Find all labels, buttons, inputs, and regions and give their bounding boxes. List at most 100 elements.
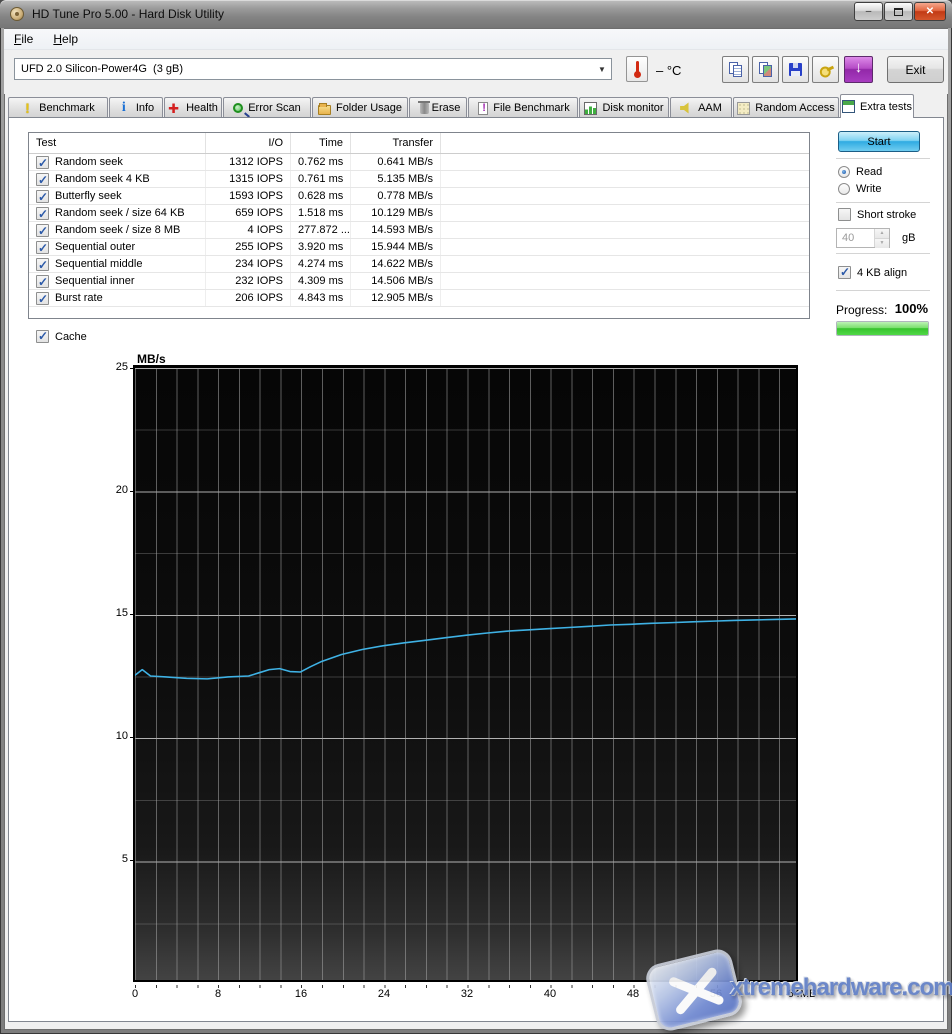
close-button[interactable]: ✕	[914, 2, 946, 21]
temperature-button[interactable]	[626, 56, 648, 82]
row-checkbox[interactable]	[36, 292, 49, 305]
random-access-icon	[737, 102, 750, 115]
time-value: 0.762 ms	[291, 154, 351, 170]
copy-text-button[interactable]	[722, 56, 749, 83]
test-name: Sequential inner	[55, 273, 135, 289]
column-header-time[interactable]: Time	[291, 133, 351, 153]
table-row[interactable]: Sequential outer 255 IOPS 3.920 ms 15.94…	[29, 239, 809, 256]
io-value: 1312 IOPS	[206, 154, 291, 170]
tab-info[interactable]: Info	[109, 97, 163, 118]
progress-bar-fill	[837, 322, 928, 335]
tab-label: Disk monitor	[602, 102, 663, 114]
tab-extra-tests[interactable]: Extra tests	[840, 94, 914, 118]
transfer-value: 14.593 MB/s	[351, 222, 441, 238]
drive-selector[interactable]: UFD 2.0 Silicon-Power4G (3 gB) ▼	[14, 58, 612, 80]
tab-error-scan[interactable]: Error Scan	[223, 97, 311, 118]
column-header-io[interactable]: I/O	[206, 133, 291, 153]
short-stroke-checkbox[interactable]	[838, 208, 851, 221]
transfer-rate-line	[135, 619, 796, 679]
table-row[interactable]: Sequential inner 232 IOPS 4.309 ms 14.50…	[29, 273, 809, 290]
tab-folder-usage[interactable]: Folder Usage	[312, 97, 408, 118]
start-button[interactable]: Start	[838, 131, 920, 152]
size-value: 40	[842, 232, 854, 244]
copy-image-button[interactable]	[752, 56, 779, 83]
io-value: 1315 IOPS	[206, 171, 291, 187]
size-stepper[interactable]: 40 ▲▼	[836, 228, 890, 248]
save-button[interactable]	[782, 56, 809, 83]
cache-label: Cache	[55, 331, 87, 343]
test-name: Random seek / size 8 MB	[55, 222, 180, 238]
tab-disk-monitor[interactable]: Disk monitor	[579, 97, 669, 118]
cache-checkbox[interactable]	[36, 330, 49, 343]
tab-aam[interactable]: AAM	[670, 97, 732, 118]
align-checkbox[interactable]	[838, 266, 851, 279]
time-value: 277.872 ...	[291, 222, 351, 238]
tab-label: Folder Usage	[336, 102, 402, 114]
watermark-text: xtremehardware.com	[730, 974, 952, 1002]
read-option[interactable]: Read	[838, 166, 882, 178]
row-checkbox[interactable]	[36, 258, 49, 271]
time-value: 4.274 ms	[291, 256, 351, 272]
menu-file[interactable]: File	[4, 29, 43, 49]
spin-down-icon[interactable]: ▼	[875, 239, 889, 248]
column-header-test[interactable]: Test	[29, 133, 206, 153]
row-checkbox[interactable]	[36, 224, 49, 237]
table-row[interactable]: Random seek 1312 IOPS 0.762 ms 0.641 MB/…	[29, 154, 809, 171]
x-tick-label: 8	[196, 988, 240, 1000]
options-keys-icon	[818, 62, 834, 78]
benchmark-icon	[21, 102, 34, 115]
table-row[interactable]: Burst rate 206 IOPS 4.843 ms 12.905 MB/s	[29, 290, 809, 307]
row-checkbox[interactable]	[36, 173, 49, 186]
tab-label: Info	[136, 102, 154, 114]
maximize-button[interactable]	[884, 2, 913, 21]
progress-value: 100%	[836, 301, 928, 316]
table-row[interactable]: Random seek / size 8 MB 4 IOPS 277.872 .…	[29, 222, 809, 239]
table-row[interactable]: Random seek / size 64 KB 659 IOPS 1.518 …	[29, 205, 809, 222]
read-radio[interactable]	[838, 166, 850, 178]
column-header-transfer[interactable]: Transfer	[351, 133, 441, 153]
tab-benchmark[interactable]: Benchmark	[8, 97, 108, 118]
exit-label: Exit	[905, 63, 925, 77]
minimize-button[interactable]: –	[854, 2, 883, 21]
update-button[interactable]: ↓	[844, 56, 873, 83]
table-row[interactable]: Random seek 4 KB 1315 IOPS 0.761 ms 5.13…	[29, 171, 809, 188]
row-checkbox[interactable]	[36, 156, 49, 169]
chart-y-axis-title: MB/s	[137, 352, 166, 366]
table-row[interactable]: Butterfly seek 1593 IOPS 0.628 ms 0.778 …	[29, 188, 809, 205]
transfer-value: 14.506 MB/s	[351, 273, 441, 289]
row-checkbox[interactable]	[36, 241, 49, 254]
short-stroke-option[interactable]: Short stroke	[838, 208, 916, 221]
x-tick-label: 40	[528, 988, 572, 1000]
time-value: 0.628 ms	[291, 188, 351, 204]
menu-help[interactable]: Help	[43, 29, 88, 49]
tab-erase[interactable]: Erase	[409, 97, 467, 118]
temperature-value: – °C	[656, 63, 681, 78]
tab-random-access[interactable]: Random Access	[733, 97, 839, 118]
table-header[interactable]: Test I/O Time Transfer	[29, 133, 809, 154]
tab-file-benchmark[interactable]: File Benchmark	[468, 97, 578, 118]
options-button[interactable]	[812, 56, 839, 83]
table-row[interactable]: Sequential middle 234 IOPS 4.274 ms 14.6…	[29, 256, 809, 273]
test-name: Butterfly seek	[55, 188, 122, 204]
row-checkbox[interactable]	[36, 207, 49, 220]
align-option[interactable]: 4 KB align	[838, 266, 907, 279]
write-option[interactable]: Write	[838, 183, 881, 195]
tab-health[interactable]: Health	[164, 97, 222, 118]
spin-up-icon[interactable]: ▲	[875, 229, 889, 239]
size-unit-label: gB	[902, 232, 915, 244]
io-value: 4 IOPS	[206, 222, 291, 238]
io-value: 255 IOPS	[206, 239, 291, 255]
transfer-value: 0.641 MB/s	[351, 154, 441, 170]
write-label: Write	[856, 183, 881, 195]
y-tick-label: 10	[104, 730, 128, 742]
y-tick-label: 20	[104, 484, 128, 496]
tab-label: Random Access	[755, 102, 834, 114]
y-tick-label: 15	[104, 607, 128, 619]
erase-icon	[420, 103, 429, 114]
row-checkbox[interactable]	[36, 275, 49, 288]
cache-option[interactable]: Cache	[36, 330, 87, 343]
exit-button[interactable]: Exit	[887, 56, 944, 83]
row-checkbox[interactable]	[36, 190, 49, 203]
write-radio[interactable]	[838, 183, 850, 195]
test-name: Random seek	[55, 154, 123, 170]
